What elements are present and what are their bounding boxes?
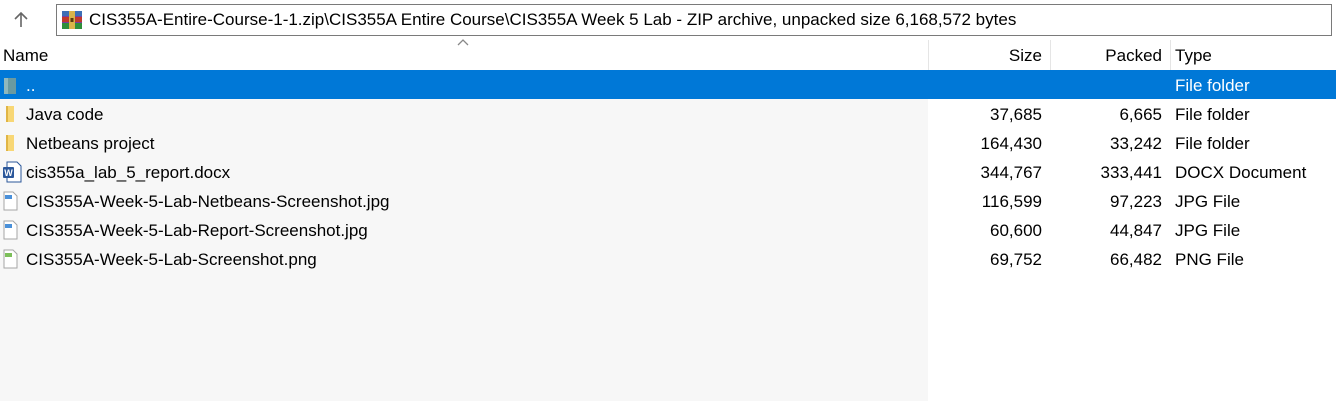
file-name: Netbeans project [26,134,155,153]
file-size: 69,752 [990,250,1042,269]
file-packed [1050,70,1162,99]
file-size: 116,599 [981,192,1042,211]
table-row[interactable]: CIS355A-Week-5-Lab-Netbeans-Screenshot.j… [0,186,1336,215]
jpg-file-icon [3,220,18,239]
address-field[interactable]: CIS355A-Entire-Course-1-1.zip\CIS355A En… [56,4,1332,36]
file-packed: 333,441 [1100,163,1162,182]
address-path: CIS355A-Entire-Course-1-1.zip\CIS355A En… [89,10,1017,29]
file-packed: 97,223 [1110,192,1162,211]
file-name: CIS355A-Week-5-Lab-Report-Screenshot.jpg [26,221,368,240]
table-row[interactable]: CIS355A-Week-5-Lab-Screenshot.png 69,752… [0,244,1336,273]
up-arrow-icon [14,11,28,27]
sort-ascending-icon [457,39,469,46]
file-packed: 33,242 [1110,134,1162,153]
svg-text:W: W [4,168,13,178]
folder-icon [6,134,14,151]
table-row[interactable]: W cis355a_lab_5_report.docx 344,767 333,… [0,157,1336,186]
table-row[interactable]: CIS355A-Week-5-Lab-Report-Screenshot.jpg… [0,215,1336,244]
png-file-icon [3,249,18,268]
table-row[interactable]: Netbeans project 164,430 33,242 File fol… [0,128,1336,157]
file-packed: 44,847 [1110,221,1162,240]
table-row[interactable]: Java code 37,685 6,665 File folder [0,99,1336,128]
column-header: Name Size Packed Type [0,39,1336,70]
file-type: JPG File [1175,221,1241,240]
file-type: File folder [1175,105,1250,124]
file-name: CIS355A-Week-5-Lab-Screenshot.png [26,250,317,269]
file-packed: 6,665 [1119,105,1162,124]
file-size: 164,430 [980,134,1042,153]
parent-folder-icon [4,77,16,94]
file-size: 37,685 [990,105,1042,124]
file-name: Java code [26,105,104,124]
address-bar-row: CIS355A-Entire-Course-1-1.zip\CIS355A En… [0,0,1336,40]
file-name: CIS355A-Week-5-Lab-Netbeans-Screenshot.j… [26,192,390,211]
word-document-icon: W [3,161,22,182]
jpg-file-icon [3,191,18,210]
file-type: File folder [1175,76,1250,95]
file-type: PNG File [1175,250,1244,269]
up-button[interactable] [4,4,38,36]
winrar-archive-icon [62,11,82,29]
file-list: Name Size Packed Type .. File folder Jav… [0,39,1336,401]
file-packed: 66,482 [1110,250,1162,269]
file-type: File folder [1175,134,1250,153]
table-row-parent[interactable]: .. File folder [0,70,1336,99]
file-size [928,70,1042,99]
file-size: 344,767 [980,163,1042,182]
file-name: .. [26,70,36,99]
column-header-packed[interactable]: Packed [1050,40,1170,70]
file-type: DOCX Document [1175,163,1307,182]
folder-icon [6,105,14,122]
file-type: JPG File [1175,192,1241,211]
column-header-type[interactable]: Type [1170,40,1336,70]
file-rows: .. File folder Java code 37,685 6,665 Fi… [0,70,1336,273]
file-size: 60,600 [990,221,1042,240]
file-name: cis355a_lab_5_report.docx [26,163,231,182]
column-header-size[interactable]: Size [928,40,1050,70]
